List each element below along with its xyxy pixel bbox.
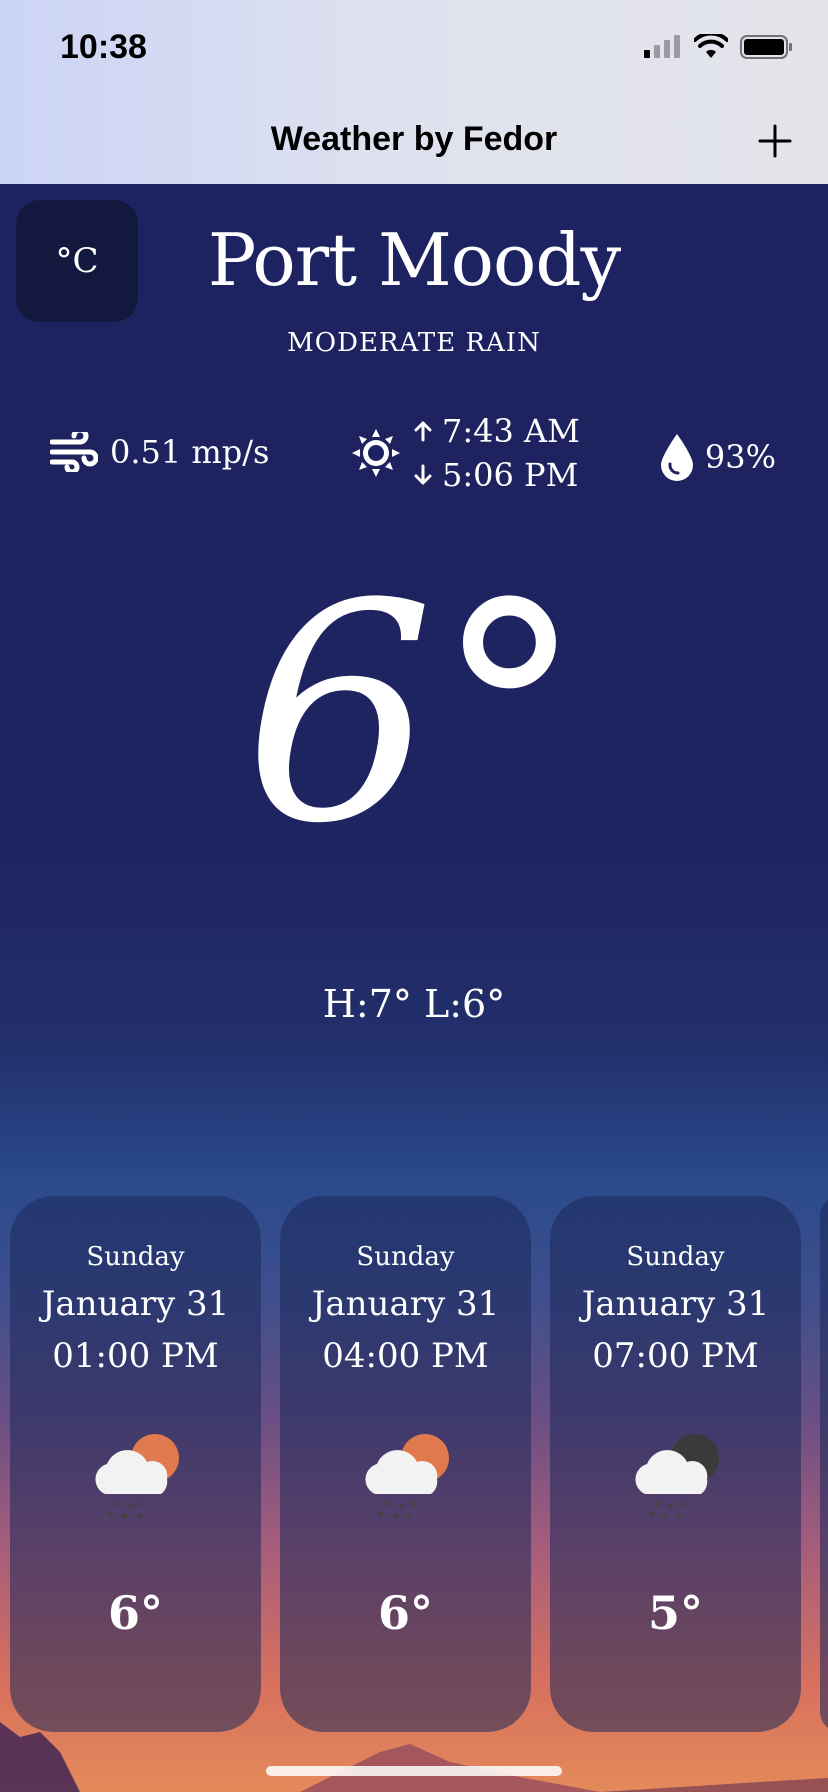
arrow-up-icon (414, 421, 432, 442)
forecast-list[interactable]: Sunday January 31 01:00 PM 6° Sunday Jan… (10, 1196, 828, 1732)
water-drop-icon (660, 434, 693, 481)
forecast-card[interactable]: Sunday January 31 04:00 PM 6° (280, 1196, 531, 1732)
current-temperature: 6° (243, 540, 585, 889)
forecast-time: 07:00 PM (592, 1336, 759, 1376)
wifi-icon (694, 34, 728, 58)
humidity-info: 93% (659, 432, 776, 482)
home-indicator[interactable] (266, 1766, 562, 1776)
arrow-down-icon (414, 464, 432, 485)
rain-cloud-moon-icon (634, 1434, 719, 1519)
status-icons (642, 34, 794, 60)
sunset-time: 5:06 PM (442, 456, 579, 494)
sun-info: 7:43 AM 5:06 PM (350, 412, 580, 494)
high-low-temperature: H:7° L:6° (322, 982, 506, 1026)
status-bar: 10:38 (0, 0, 828, 100)
wind-icon (50, 432, 98, 472)
sun-times: 7:43 AM 5:06 PM (414, 412, 580, 494)
forecast-card-next[interactable] (820, 1196, 828, 1732)
status-time: 10:38 (60, 28, 147, 66)
forecast-day: Sunday (356, 1242, 455, 1272)
forecast-date: January 31 (311, 1284, 500, 1324)
forecast-date: January 31 (581, 1284, 770, 1324)
wind-info: 0.51 mp/s (50, 432, 269, 472)
weather-condition: MODERATE RAIN (287, 328, 541, 358)
sunrise-row: 7:43 AM (414, 412, 580, 450)
city-name: Port Moody (207, 218, 621, 302)
humidity-value: 93% (704, 438, 776, 476)
plus-icon (758, 124, 792, 158)
forecast-temperature: 6° (377, 1586, 433, 1640)
forecast-time: 04:00 PM (322, 1336, 489, 1376)
add-location-button[interactable] (752, 118, 798, 164)
forecast-temperature: 6° (107, 1586, 163, 1640)
wind-speed: 0.51 mp/s (110, 433, 270, 471)
signal-icon (644, 35, 680, 58)
navigation-bar: Weather by Fedor (0, 100, 828, 184)
forecast-date: January 31 (41, 1284, 230, 1324)
rain-cloud-sun-icon (94, 1434, 179, 1519)
forecast-day: Sunday (86, 1242, 185, 1272)
app-title: Weather by Fedor (270, 120, 558, 158)
sun-icon (352, 429, 400, 477)
forecast-card[interactable]: Sunday January 31 01:00 PM 6° (10, 1196, 261, 1732)
forecast-temperature: 5° (647, 1586, 703, 1640)
sunrise-time: 7:43 AM (442, 412, 580, 450)
forecast-time: 01:00 PM (52, 1336, 219, 1376)
rain-cloud-sun-icon (364, 1434, 449, 1519)
forecast-day: Sunday (626, 1242, 725, 1272)
forecast-card[interactable]: Sunday January 31 07:00 PM 5° (550, 1196, 801, 1732)
sunset-row: 5:06 PM (414, 456, 580, 494)
battery-icon (740, 35, 792, 59)
